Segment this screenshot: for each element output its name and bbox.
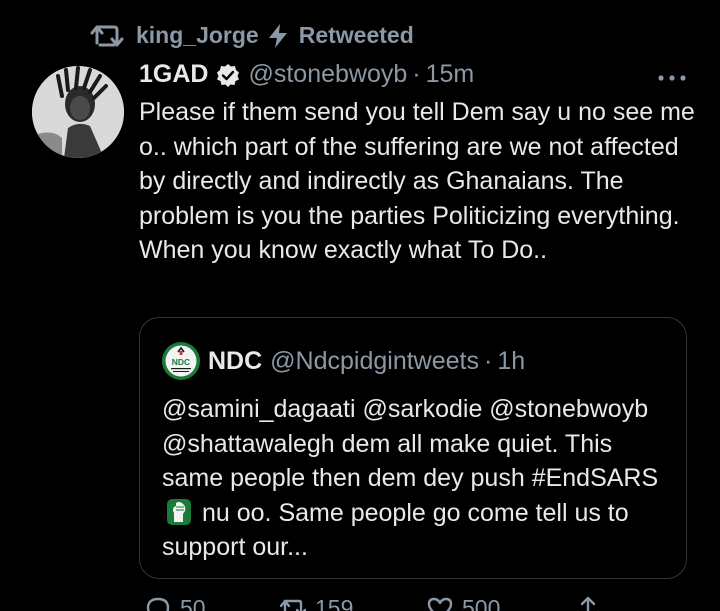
reply-count: 50 <box>180 594 206 611</box>
quoted-text-part-1: @samini_dagaati @sarkodie @stonebwoyb @s… <box>162 395 659 492</box>
reply-icon <box>146 597 170 611</box>
share-icon <box>577 596 599 611</box>
quoted-separator-dot: · <box>484 346 493 375</box>
ndc-logo-text: NDC <box>172 357 190 367</box>
verified-badge-icon <box>217 63 240 87</box>
quoted-tweet[interactable]: NDC NDC @Ndcpidgintweets · 1h @samini_da… <box>139 317 687 579</box>
quoted-timestamp[interactable]: 1h <box>497 347 525 376</box>
lightning-bolt-icon <box>268 23 287 48</box>
avatar[interactable] <box>32 66 124 158</box>
quoted-display-name[interactable]: NDC <box>208 347 262 376</box>
retweet-icon <box>90 25 124 46</box>
display-name[interactable]: 1GAD <box>139 60 208 89</box>
separator-dot: · <box>412 60 421 88</box>
tweet[interactable]: king_Jorge Retweeted 1GAD @stonebwoyb · … <box>0 0 720 611</box>
retweet-context: king_Jorge Retweeted <box>90 22 414 49</box>
quoted-handle[interactable]: @Ndcpidgintweets <box>270 347 479 376</box>
handle[interactable]: @stonebwoyb <box>248 60 407 89</box>
retweet-button[interactable]: 159 <box>279 594 353 611</box>
avatar-image <box>32 66 124 158</box>
retweeted-label: Retweeted <box>298 22 414 48</box>
ndc-logo-avatar[interactable]: NDC <box>162 342 200 380</box>
reply-button[interactable]: 50 <box>144 594 206 611</box>
like-count: 500 <box>462 594 501 611</box>
quoted-text-part-2: nu oo. Same people go come tell us to su… <box>162 498 629 562</box>
retweet-icon <box>279 599 307 611</box>
retweeted-by-user[interactable]: king_Jorge <box>136 22 259 49</box>
timestamp[interactable]: 15m <box>426 60 475 89</box>
retweet-count: 159 <box>315 594 354 611</box>
share-button[interactable] <box>574 594 610 611</box>
more-options-icon[interactable] <box>656 73 688 83</box>
heart-icon <box>427 597 453 611</box>
raised-fist-icon <box>167 498 191 525</box>
tweet-text: Please if them send you tell Dem say u n… <box>139 98 695 264</box>
like-button[interactable]: 500 <box>426 594 500 611</box>
quoted-tweet-header: NDC NDC @Ndcpidgintweets · 1h <box>162 342 525 380</box>
tweet-header: 1GAD @stonebwoyb · 15m <box>139 60 474 89</box>
quoted-tweet-text: @samini_dagaati @sarkodie @stonebwoyb @s… <box>162 392 672 565</box>
tweet-actions: 50 159 500 <box>144 594 614 611</box>
